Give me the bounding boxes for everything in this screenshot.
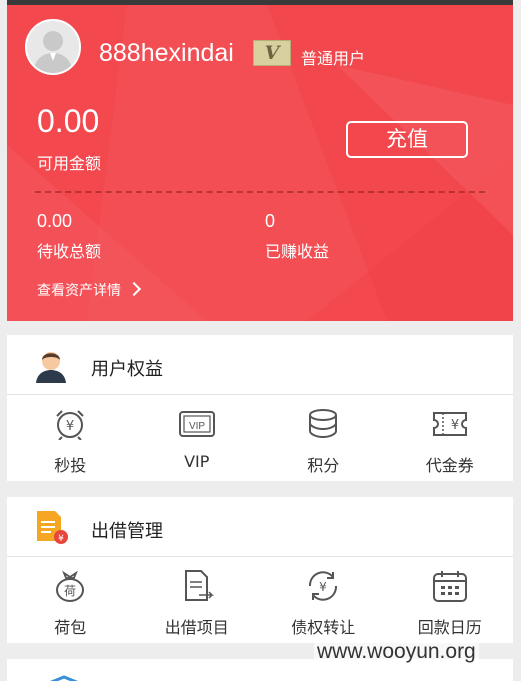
lending-management-title: 出借管理 [91,521,163,542]
svg-text:¥: ¥ [450,418,458,433]
vip-card-icon: VIP [178,411,215,437]
user-benefits-grid: ¥ 秒投 VIP VIP 积分 ¥ 代金券 [7,396,513,482]
vip-level-badge[interactable]: V [253,40,291,66]
lending-management-grid: 荷 荷包 出借项目 ¥ 债权转让 回款日历 [7,558,513,644]
lending-item-calendar[interactable]: 回款日历 [387,558,514,644]
benefit-item-seckill[interactable]: ¥ 秒投 [7,396,134,482]
left-edge [0,0,7,681]
right-edge [513,0,521,681]
yen-transfer-icon: ¥ [308,571,338,601]
benefit-label: 代金券 [425,456,474,475]
lending-management-header: ¥ 出借管理 [7,497,513,557]
lending-item-projects[interactable]: 出借项目 [134,558,261,644]
benefit-item-points[interactable]: 积分 [260,396,387,482]
avatar[interactable] [25,19,81,75]
purse-icon: 荷 [56,570,84,602]
lending-item-purse[interactable]: 荷 荷包 [7,558,134,644]
default-user-icon [27,21,79,73]
earned-income-value: 0 [265,211,276,231]
user-benefits-title: 用户权益 [91,359,163,380]
divider [35,191,485,193]
lending-label: 出借项目 [164,618,229,637]
voucher-icon: ¥ [432,412,467,436]
coins-stack-icon [309,409,337,439]
svg-text:¥: ¥ [66,419,74,434]
user-benefits-section: 用户权益 ¥ 秒投 VIP VIP 积分 ¥ 代金券 [7,335,513,481]
alarm-clock-yen-icon: ¥ [56,410,84,440]
lending-label: 债权转让 [291,618,356,637]
benefit-label: 秒投 [54,456,87,475]
benefit-item-voucher[interactable]: ¥ 代金券 [387,396,514,482]
available-balance-label: 可用金额 [37,154,102,173]
document-icon [184,570,214,601]
pending-total-label: 待收总额 [37,242,102,261]
user-icon [36,352,66,383]
benefit-item-vip[interactable]: VIP VIP [134,396,261,482]
user-type-label: 普通用户 [301,49,366,68]
svg-text:¥: ¥ [319,580,327,594]
chevron-right-icon [126,281,142,297]
user-benefits-header: 用户权益 [7,335,513,395]
document-yen-icon: ¥ [37,511,68,544]
calendar-icon [432,571,467,602]
benefit-label: 积分 [307,456,340,475]
available-balance: 0.00 [37,103,100,139]
watermark: www.wooyun.org [314,640,479,664]
earned-income-label: 已赚收益 [265,242,330,261]
lending-label: 回款日历 [417,618,482,637]
account-header: 888hexindai V 普通用户 0.00 可用金额 充值 0.00 待收总… [7,5,513,321]
svg-text:¥: ¥ [58,534,64,544]
shield-icon [49,675,79,681]
lending-label: 荷包 [54,618,87,637]
pending-total-value: 0.00 [37,211,73,231]
lending-item-transfer[interactable]: ¥ 债权转让 [260,558,387,644]
asset-details-label: 查看资产详情 [37,283,121,299]
username: 888hexindai [99,39,234,67]
svg-text:VIP: VIP [188,421,204,432]
lending-management-section: ¥ 出借管理 荷 荷包 出借项目 ¥ 债权转让 回款日历 [7,497,513,643]
svg-text:荷: 荷 [64,584,76,598]
recharge-button[interactable]: 充值 [346,121,468,158]
asset-details-link[interactable]: 查看资产详情 [37,280,142,300]
benefit-label: VIP [184,452,210,471]
